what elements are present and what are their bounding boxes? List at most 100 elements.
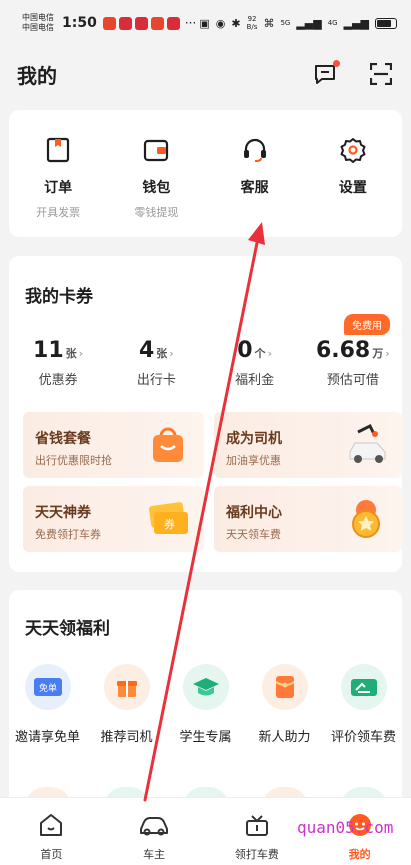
network-speed-value: 92 [247, 15, 257, 23]
wallet-sub: 零钱提现 [134, 206, 179, 219]
promo-become-driver[interactable]: 成为司机 加油享优惠 [214, 412, 402, 478]
header-actions [312, 60, 394, 87]
gift-icon [245, 815, 268, 836]
stat-value: 0 [237, 338, 253, 363]
stat-value: 4 [138, 338, 155, 363]
free-ticket-text: 免单 [39, 682, 57, 694]
notification-app-icon [166, 16, 180, 30]
status-right: ▣ ◉ ✱ 92 B/s ⌘ 5G ▂▄▆ 4G ▂▄▆ [199, 15, 397, 31]
chevron-right-icon: › [267, 347, 273, 360]
tab-home[interactable]: 首页 [0, 798, 103, 865]
promo-daily-coupons[interactable]: 天天神券 免费领打车券 券 [23, 486, 204, 552]
orders-button[interactable]: 订单 开具发票 [9, 110, 107, 237]
review-ticket-icon [340, 664, 387, 710]
home-icon [40, 814, 63, 836]
wallet-button[interactable]: 钱包 零钱提现 [107, 110, 205, 237]
notification-icons [102, 16, 180, 30]
stat-label: 福利金 [235, 373, 275, 388]
stat-travel-cards[interactable]: 4 张 › 出行卡 [107, 338, 205, 388]
graduation-cap-icon [182, 664, 229, 710]
coupon-stats: 11 张 › 优惠券 4 张 › 出行卡 0 个 › 福利金 6.68 万 › … [9, 338, 402, 388]
tab-car-owner[interactable]: 车主 [103, 798, 206, 865]
carrier-info: 中国电信 中国电信 [22, 13, 58, 33]
welfare-student-exclusive[interactable]: 学生专属 [166, 664, 245, 745]
more-notifications-indicator: ··· [184, 16, 197, 30]
signal-icon: ▂▄▆ [343, 16, 369, 30]
nfc-icon: ▣ [199, 16, 210, 30]
my-coupons-card: 我的卡券 免费用 11 张 › 优惠券 4 张 › 出行卡 0 个 › 福利金 … [9, 256, 402, 572]
car-fuel-icon [349, 423, 386, 463]
vibrate-icon: ◉ [215, 16, 226, 30]
tab-ride-money[interactable]: 领打车费 [206, 798, 309, 865]
wallet-label: 钱包 [142, 180, 171, 196]
tab-label: 领打车费 [234, 848, 279, 861]
coupon-ticket-icon: 券 [149, 502, 188, 534]
promo-welfare-center[interactable]: 福利中心 天天领车费 [214, 486, 402, 552]
chevron-right-icon: › [385, 347, 390, 360]
stat-label: 出行卡 [136, 373, 176, 388]
stat-label: 优惠券 [38, 373, 78, 388]
tab-label: 首页 [40, 848, 63, 861]
bluetooth-icon: ✱ [231, 16, 241, 30]
battery-icon [375, 17, 397, 29]
page-header: 我的 [0, 46, 411, 102]
welfare-invite-free-ride[interactable]: 免单 邀请享免单 [8, 664, 87, 745]
customer-service-button[interactable]: 客服 [206, 110, 304, 237]
stat-value: 11 [33, 338, 64, 363]
stat-unit: 张 [65, 347, 77, 360]
orders-sub: 开具发票 [36, 206, 81, 219]
stat-coupons[interactable]: 11 张 › 优惠券 [9, 338, 107, 388]
signal-icon: ▂▄▆ [296, 16, 322, 30]
settings-label: 设置 [338, 180, 367, 196]
signal-2-label: 4G [327, 19, 338, 27]
free-ride-ticket-icon: 免单 [24, 664, 71, 710]
promo-savings-package[interactable]: 省钱套餐 出行优惠限时抢 [23, 412, 204, 478]
notification-app-icon [118, 16, 132, 30]
welfare-recommend-driver[interactable]: 推荐司机 [87, 664, 166, 745]
scan-icon [370, 63, 392, 85]
signal-1-label: 5G [280, 19, 291, 27]
welfare-items: 免单 邀请享免单 推荐司机 学生专属 新人助力 评价领车费 [0, 664, 411, 745]
stat-value: 6.68 [315, 338, 371, 363]
watermark: quan05.com [297, 818, 394, 837]
welfare-label: 学生专属 [179, 730, 232, 745]
tab-label: 我的 [348, 848, 371, 861]
status-time: 1:50 [62, 15, 97, 31]
orders-label: 订单 [44, 180, 73, 196]
carrier-1: 中国电信 [22, 13, 54, 22]
gear-icon [340, 138, 366, 163]
mascot-coin-icon [352, 500, 380, 538]
welfare-label: 邀请享免单 [14, 730, 80, 745]
shopping-bag-icon [153, 427, 183, 462]
stat-unit: 张 [156, 347, 168, 360]
coupons-title: 我的卡券 [25, 287, 93, 307]
headset-icon [243, 138, 266, 162]
stat-welfare-funds[interactable]: 0 个 › 福利金 [206, 338, 304, 388]
network-speed-unit: B/s [246, 23, 258, 31]
gift-box-icon [103, 664, 150, 710]
tab-label: 车主 [143, 848, 166, 861]
carrier-2: 中国电信 [22, 23, 54, 32]
notification-app-icon [150, 16, 164, 30]
free-use-badge: 免费用 [344, 314, 390, 335]
unread-dot [333, 60, 340, 67]
welfare-label: 新人助力 [258, 730, 311, 745]
welfare-title: 天天领福利 [25, 619, 110, 639]
car-icon [140, 817, 169, 836]
customer-service-label: 客服 [240, 180, 269, 196]
welfare-label: 推荐司机 [100, 730, 153, 745]
chevron-right-icon: › [169, 347, 174, 360]
notification-app-icon [134, 16, 148, 30]
stat-estimated-loan[interactable]: 6.68 万 › 预估可借 [304, 338, 402, 388]
network-speed: 92 B/s [247, 15, 258, 31]
welfare-review-reward[interactable]: 评价领车费 [324, 664, 403, 745]
settings-button[interactable]: 设置 [304, 110, 402, 237]
status-bar: 中国电信 中国电信 1:50 ··· ▣ ◉ ✱ 92 B/s ⌘ 5G ▂▄▆… [0, 0, 411, 46]
message-button[interactable] [312, 60, 340, 87]
order-icon [47, 137, 70, 163]
quick-actions-card: 订单 开具发票 钱包 零钱提现 客服 设置 [9, 110, 402, 237]
welfare-newbie-boost[interactable]: 新人助力 [245, 664, 324, 745]
wallet-icon [144, 139, 169, 162]
wifi-icon: ⌘ [263, 16, 275, 30]
scan-button[interactable] [368, 61, 394, 87]
